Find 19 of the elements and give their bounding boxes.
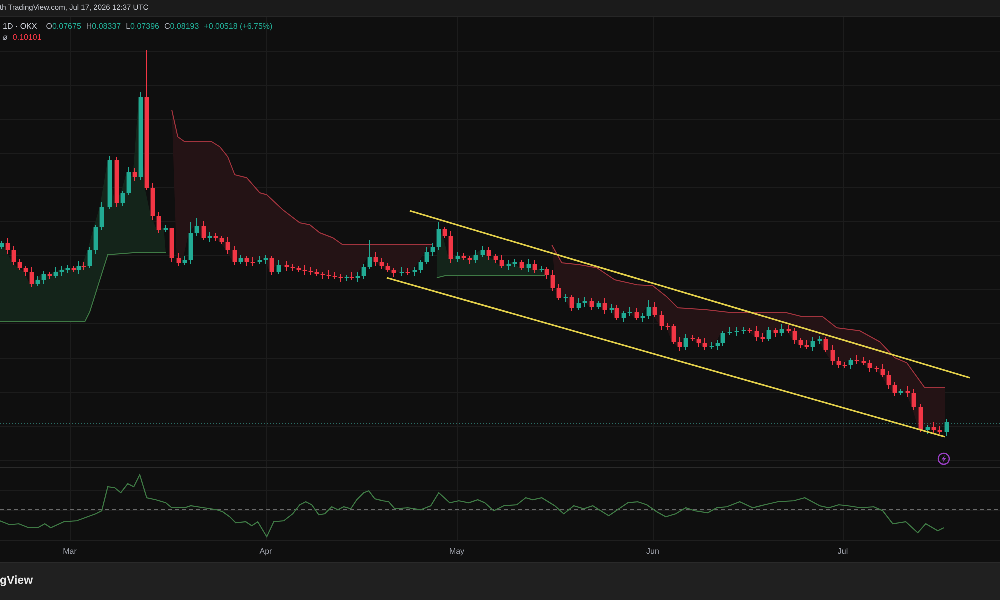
- ohlc-label: C: [164, 21, 170, 32]
- ohlc-label: L: [126, 21, 131, 32]
- ohlc-value: 0.07396: [130, 21, 160, 32]
- interval-exchange-label: 1D · OKX: [3, 21, 38, 32]
- indicator-symbol: ø: [3, 32, 8, 43]
- axis-label: Mar: [63, 547, 77, 556]
- ohlc-label: O: [46, 21, 52, 32]
- axis-label: Apr: [260, 547, 272, 556]
- lightning-icon[interactable]: [938, 452, 950, 466]
- indicator-value: 0.10101: [12, 32, 42, 43]
- logo-text: gView: [0, 574, 34, 589]
- ohlc-value: 0.08193: [170, 21, 200, 32]
- axis-label: May: [449, 547, 465, 556]
- ohlc-label: H: [86, 21, 92, 32]
- axis-label: Jul: [838, 547, 848, 556]
- change-value: +0.00518 (+6.75%): [204, 21, 273, 32]
- ohlc-value: 0.07675: [52, 21, 82, 32]
- ohlc-value: 0.08337: [92, 21, 122, 32]
- axis-label: Jun: [646, 547, 660, 556]
